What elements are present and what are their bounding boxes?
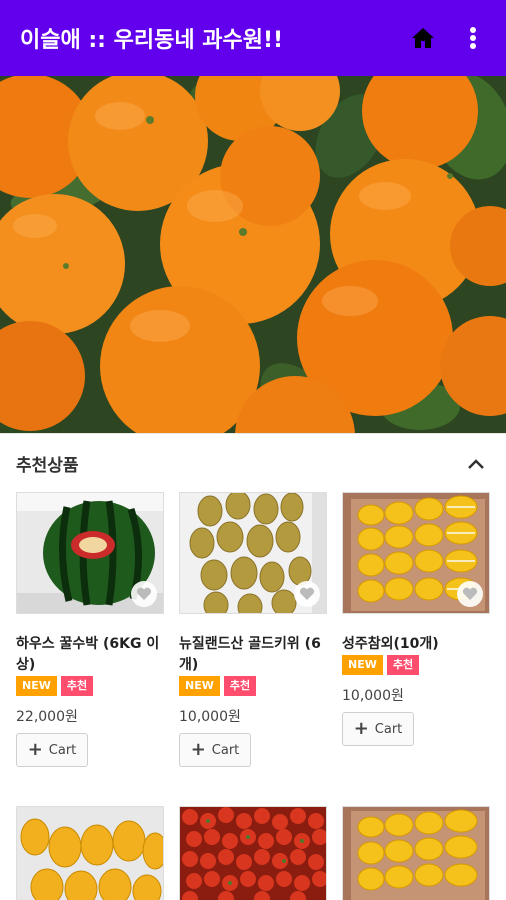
product-price: 22,000원 bbox=[16, 709, 78, 725]
product-image-melons-box[interactable] bbox=[16, 806, 164, 900]
product-price: 10,000원 bbox=[179, 709, 241, 725]
product-image-gold-kiwi[interactable] bbox=[179, 492, 327, 614]
add-to-cart-button[interactable]: + Cart bbox=[179, 733, 251, 767]
heart-icon bbox=[136, 587, 152, 600]
badge-recommend: 추천 bbox=[223, 676, 257, 696]
add-to-cart-button[interactable]: + Cart bbox=[16, 733, 88, 767]
product-image-korean-melon-box[interactable] bbox=[342, 806, 490, 900]
product-name[interactable]: 성주참외(10개) bbox=[342, 634, 490, 655]
plus-icon: + bbox=[190, 739, 206, 760]
favorite-button[interactable] bbox=[457, 581, 483, 607]
product-image-cherry-tomatoes[interactable] bbox=[179, 806, 327, 900]
product-card[interactable]: 하우스 꿀수박 (6KG 이상) NEW 추천 22,000원 + Cart bbox=[16, 492, 164, 767]
product-card[interactable]: 뉴질랜드산 골드키위 (6개) NEW 추천 10,000원 + Cart bbox=[179, 492, 327, 767]
badge-group: NEW 추천 bbox=[179, 676, 327, 696]
favorite-button[interactable] bbox=[294, 581, 320, 607]
product-name[interactable]: 하우스 꿀수박 (6KG 이상) bbox=[16, 634, 164, 676]
favorite-button[interactable] bbox=[131, 581, 157, 607]
more-vert-icon bbox=[470, 27, 476, 49]
plus-icon: + bbox=[27, 739, 43, 760]
recommended-section-header: 추천상품 bbox=[0, 433, 506, 493]
home-button[interactable] bbox=[406, 18, 440, 58]
badge-new: NEW bbox=[179, 676, 220, 696]
chevron-up-icon bbox=[468, 458, 484, 469]
badge-recommend: 추천 bbox=[386, 655, 420, 675]
badge-recommend: 추천 bbox=[60, 676, 94, 696]
badge-group: NEW 추천 bbox=[342, 655, 490, 675]
cart-button-label: Cart bbox=[48, 742, 77, 758]
product-image-korean-melon[interactable] bbox=[342, 492, 490, 614]
app-title: 이슬애 :: 우리동네 과수원!! bbox=[20, 28, 284, 53]
cart-button-label: Cart bbox=[211, 742, 240, 758]
overflow-menu-button[interactable] bbox=[456, 18, 490, 58]
product-card[interactable]: 성주참외(10개) NEW 추천 10,000원 + Cart bbox=[342, 492, 490, 746]
heart-icon bbox=[462, 587, 478, 600]
section-title: 추천상품 bbox=[16, 456, 79, 476]
badge-group: NEW 추천 bbox=[16, 676, 164, 696]
product-name[interactable]: 뉴질랜드산 골드키위 (6개) bbox=[179, 634, 327, 676]
product-price: 10,000원 bbox=[342, 688, 404, 704]
plus-icon: + bbox=[353, 718, 369, 739]
badge-new: NEW bbox=[342, 655, 383, 675]
product-image-watermelon[interactable] bbox=[16, 492, 164, 614]
add-to-cart-button[interactable]: + Cart bbox=[342, 712, 414, 746]
section-collapse-button[interactable] bbox=[462, 450, 490, 478]
badge-new: NEW bbox=[16, 676, 57, 696]
cart-button-label: Cart bbox=[374, 721, 403, 737]
app-bar: 이슬애 :: 우리동네 과수원!! bbox=[0, 0, 506, 76]
home-icon bbox=[412, 28, 434, 48]
hero-banner-image bbox=[0, 76, 506, 433]
heart-icon bbox=[299, 587, 315, 600]
